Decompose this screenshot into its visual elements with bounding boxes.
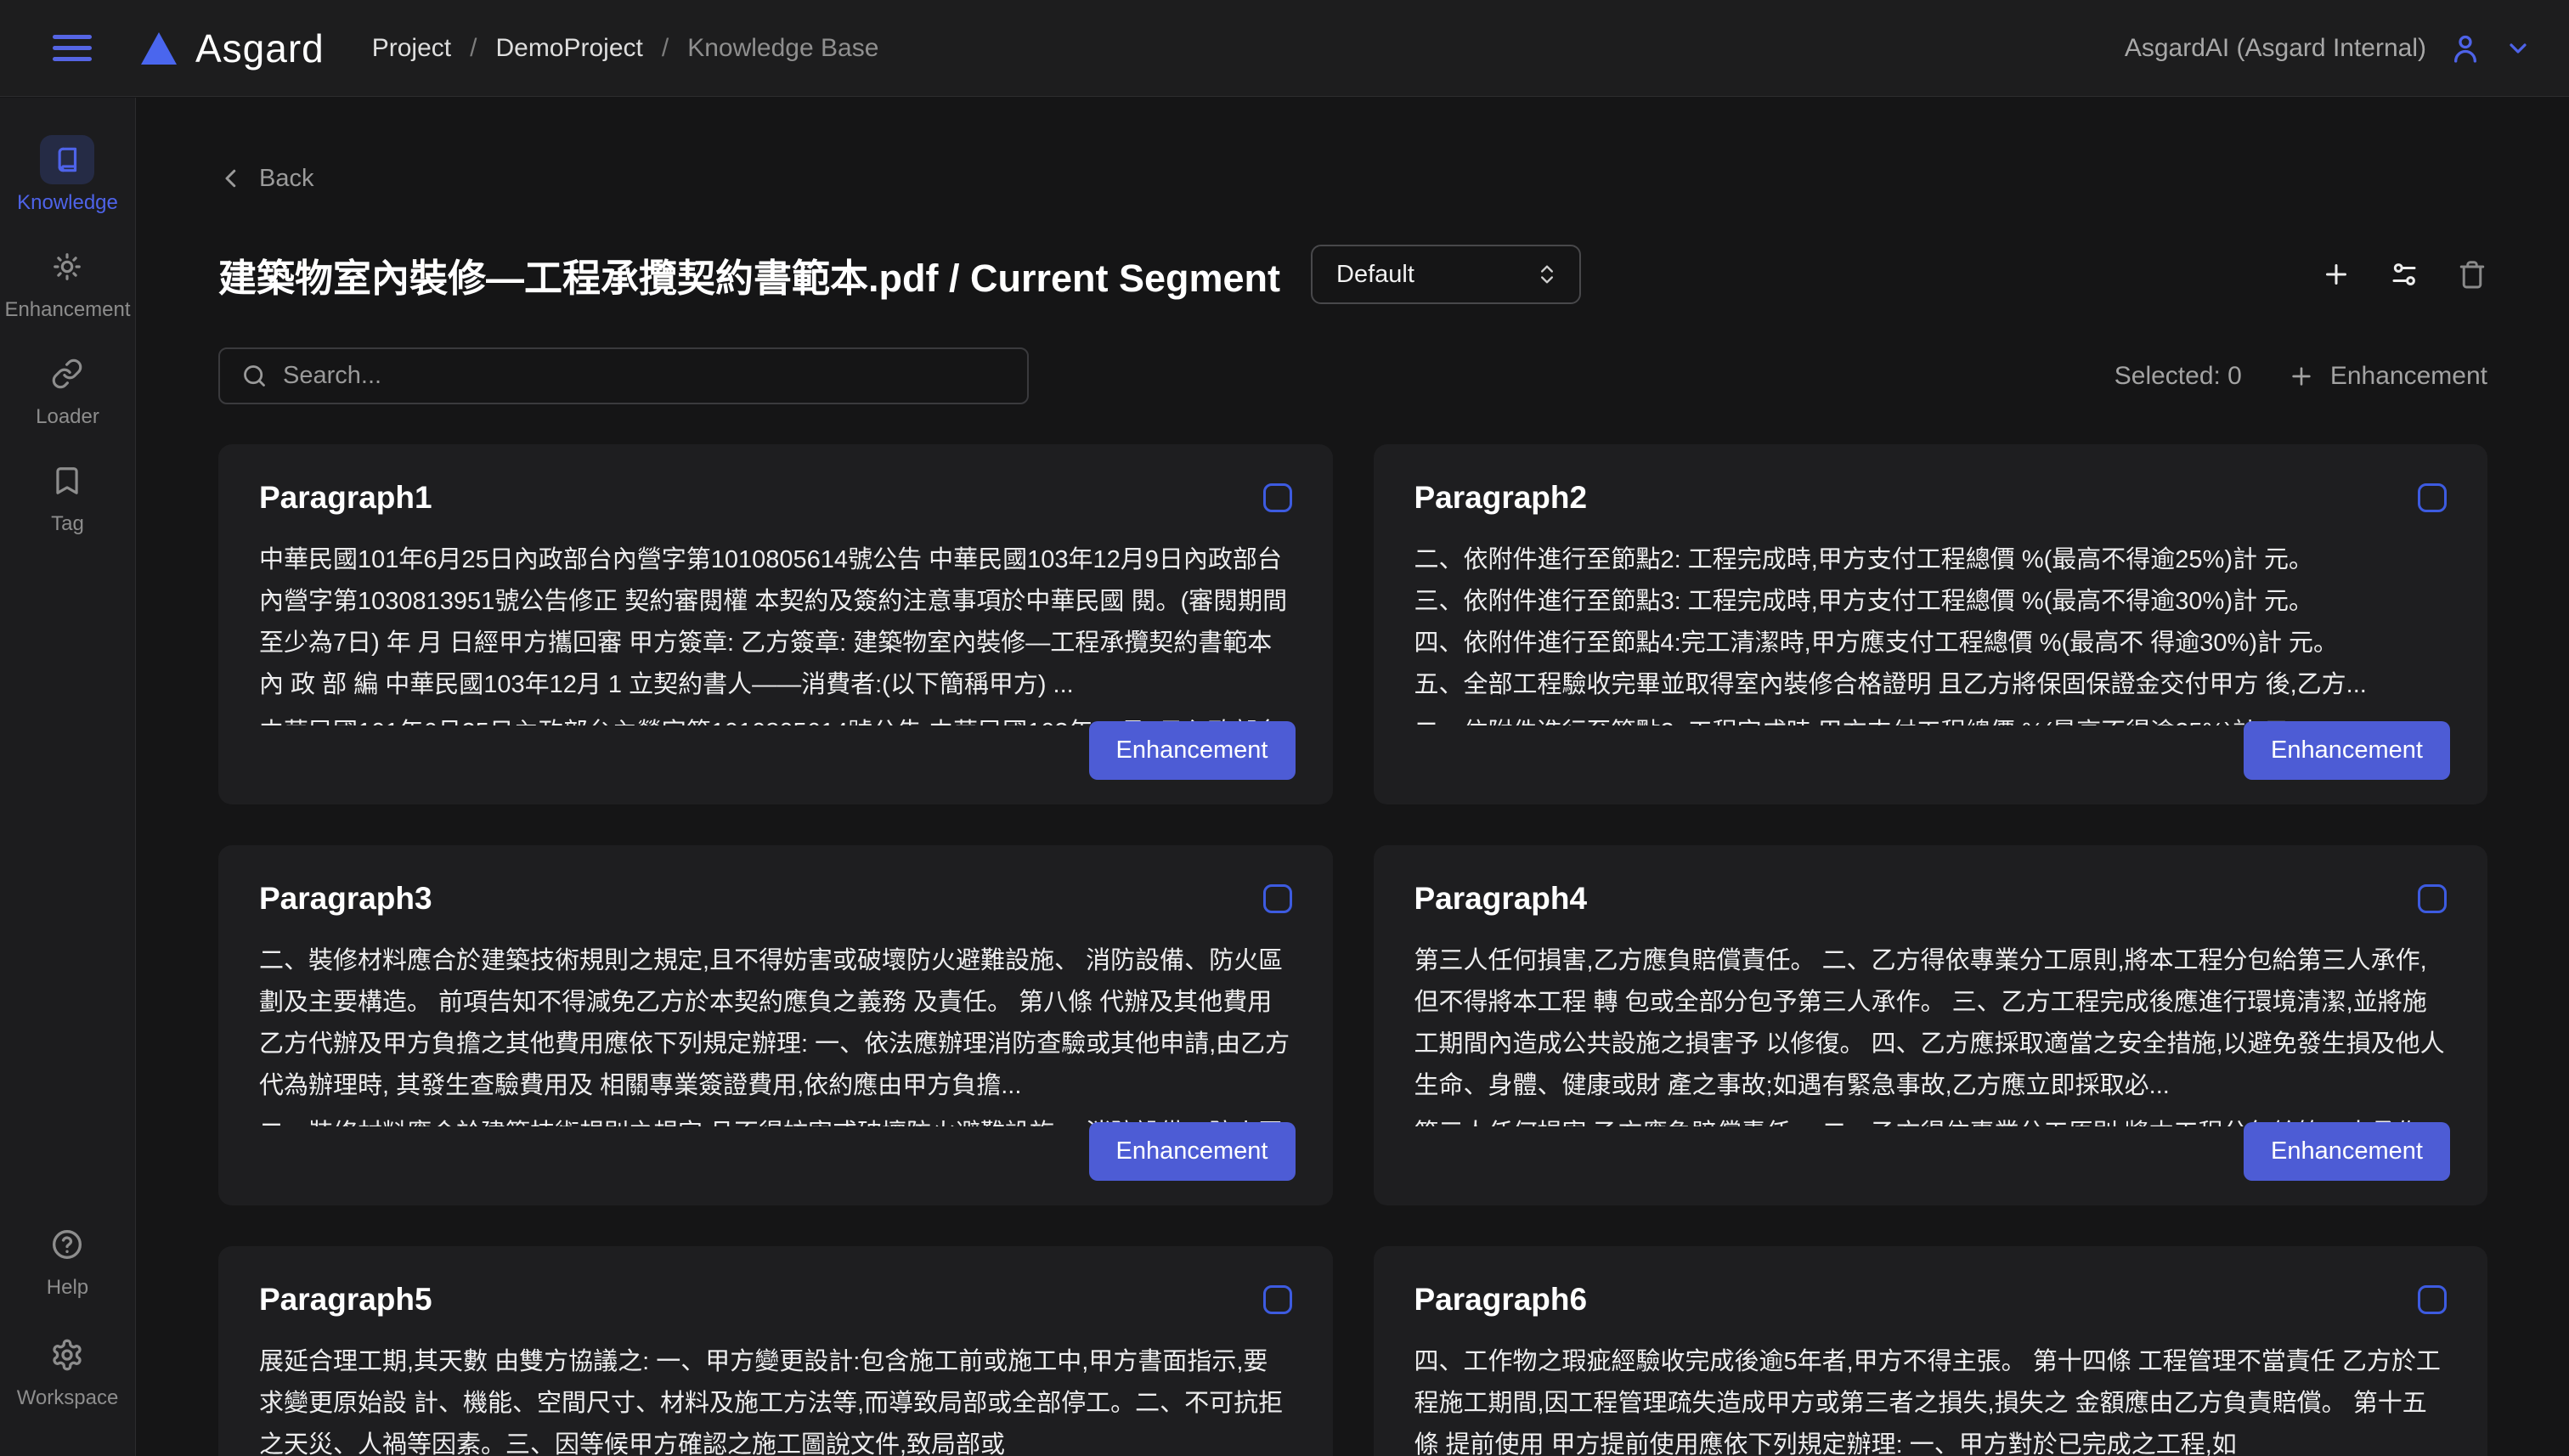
back-label: Back <box>259 165 313 193</box>
card-title: Paragraph6 <box>1414 1282 1588 1318</box>
title-actions <box>2321 259 2487 290</box>
logo-triangle-icon <box>141 32 177 65</box>
sidebar-item-knowledge[interactable]: Knowledge <box>17 135 118 215</box>
sidebar-item-loader[interactable]: Loader <box>36 349 99 429</box>
sidebar-item-help[interactable]: Help <box>40 1220 94 1300</box>
sidebar-item-workspace[interactable]: Workspace <box>17 1330 119 1410</box>
card-checkbox[interactable] <box>2418 483 2447 512</box>
paragraph-card-6: Paragraph6 四、工作物之瑕疵經驗收完成後逾5年者,甲方不得主張。 第十… <box>1374 1246 2488 1456</box>
card-title: Paragraph5 <box>259 1282 432 1318</box>
card-text: 二、裝修材料應合於建築技術規則之規定,且不得妨害或破壞防火避難設施、 消防設備、… <box>259 940 1292 1107</box>
app-logo: Asgard <box>141 25 325 71</box>
card-checkbox[interactable] <box>1263 483 1292 512</box>
page-title: 建築物室內裝修—工程承攬契約書範本.pdf / Current Segment <box>218 247 1280 302</box>
sidebar-item-label: Knowledge <box>17 191 118 215</box>
main-content: Back 建築物室內裝修—工程承攬契約書範本.pdf / Current Seg… <box>136 97 2569 1456</box>
breadcrumb: Project / DemoProject / Knowledge Base <box>372 34 879 63</box>
delete-button[interactable] <box>2457 259 2487 290</box>
enhancement-button[interactable]: Enhancement <box>1089 721 1296 780</box>
breadcrumb-current-page: Knowledge Base <box>687 34 878 63</box>
user-icon <box>2448 31 2482 65</box>
enhancement-button[interactable]: Enhancement <box>1089 1122 1296 1181</box>
card-title: Paragraph4 <box>1414 881 1588 917</box>
gear-icon <box>50 1338 84 1372</box>
account-menu[interactable]: AsgardAI (Asgard Internal) <box>2125 31 2532 65</box>
enhancement-button[interactable]: Enhancement <box>2244 1122 2450 1181</box>
card-title: Paragraph1 <box>259 480 432 516</box>
toolbar-row: Selected: 0 Enhancement <box>218 347 2487 404</box>
card-text: 二、依附件進行至節點2: 工程完成時,甲方支付工程總價 %(最高不得逾25%)計… <box>1414 539 2448 706</box>
filter-settings-button[interactable] <box>2389 259 2419 290</box>
back-button[interactable]: Back <box>218 160 313 197</box>
toolbar-right: Selected: 0 Enhancement <box>2114 362 2487 391</box>
account-label: AsgardAI (Asgard Internal) <box>2125 34 2426 63</box>
plus-icon <box>2288 363 2315 390</box>
sidebar-item-label: Help <box>47 1276 88 1300</box>
sidebar-nav: Knowledge Enhancement Loader <box>4 135 130 536</box>
enhancement-button[interactable]: Enhancement <box>2244 721 2450 780</box>
search-icon <box>240 362 268 390</box>
breadcrumb-separator: / <box>470 34 477 63</box>
add-enhancement-label: Enhancement <box>2330 362 2487 391</box>
card-text: 四、工作物之瑕疵經驗收完成後逾5年者,甲方不得主張。 第十四條 工程管理不當責任… <box>1414 1341 2448 1456</box>
card-checkbox[interactable] <box>1263 884 1292 913</box>
search-box <box>218 347 1029 404</box>
card-checkbox[interactable] <box>1263 1285 1292 1314</box>
paragraph-card-5: Paragraph5 展延合理工期,其天數 由雙方協議之: 一、甲方變更設計:包… <box>218 1246 1333 1456</box>
card-text: 第三人任何損害,乙方應負賠償責任。 二、乙方得依專業分工原則,將本工程分包給第三… <box>1414 940 2448 1107</box>
app-header: Asgard Project / DemoProject / Knowledge… <box>0 0 2569 97</box>
selected-count-label: Selected: 0 <box>2114 362 2242 391</box>
add-enhancement-button[interactable]: Enhancement <box>2288 362 2487 391</box>
hamburger-menu-icon[interactable] <box>53 35 92 61</box>
paragraph-card-1: Paragraph1 中華民國101年6月25日內政部台內營字第10108056… <box>218 444 1333 804</box>
paragraph-card-4: Paragraph4 第三人任何損害,乙方應負賠償責任。 二、乙方得依專業分工原… <box>1374 845 2488 1205</box>
chevron-left-icon <box>218 166 244 191</box>
card-checkbox[interactable] <box>2418 1285 2447 1314</box>
paragraph-card-3: Paragraph3 二、裝修材料應合於建築技術規則之規定,且不得妨害或破壞防火… <box>218 845 1333 1205</box>
chevron-down-icon <box>2504 35 2532 62</box>
sun-icon <box>51 251 83 283</box>
segment-select-value: Default <box>1336 261 1414 289</box>
link-icon <box>51 358 83 390</box>
title-row: 建築物室內裝修—工程承攬契約書範本.pdf / Current Segment … <box>218 245 2487 304</box>
sidebar-item-enhancement[interactable]: Enhancement <box>4 242 130 322</box>
breadcrumb-project[interactable]: Project <box>372 34 451 63</box>
bookmark-icon <box>51 465 83 497</box>
book-icon <box>51 144 83 176</box>
sidebar: Knowledge Enhancement Loader <box>0 98 136 1456</box>
add-button[interactable] <box>2321 259 2352 290</box>
card-title: Paragraph2 <box>1414 480 1588 516</box>
sidebar-item-label: Tag <box>51 512 84 536</box>
card-title: Paragraph3 <box>259 881 432 917</box>
help-circle-icon <box>50 1227 84 1261</box>
logo-text: Asgard <box>195 25 325 71</box>
sidebar-footer: Help Workspace <box>17 1220 119 1410</box>
segment-select[interactable]: Default <box>1311 245 1581 304</box>
card-text: 中華民國101年6月25日內政部台內營字第1010805614號公告 中華民國1… <box>259 539 1292 706</box>
sidebar-item-label: Enhancement <box>4 298 130 322</box>
search-input[interactable] <box>218 347 1029 404</box>
plus-icon <box>2321 259 2352 290</box>
breadcrumb-separator: / <box>662 34 669 63</box>
paragraph-card-2: Paragraph2 二、依附件進行至節點2: 工程完成時,甲方支付工程總價 %… <box>1374 444 2488 804</box>
sidebar-item-tag[interactable]: Tag <box>40 456 94 536</box>
sliders-icon <box>2389 259 2419 290</box>
chevrons-up-down-icon <box>1535 262 1559 286</box>
breadcrumb-demo-project[interactable]: DemoProject <box>495 34 642 63</box>
card-checkbox[interactable] <box>2418 884 2447 913</box>
trash-icon <box>2457 259 2487 290</box>
sidebar-item-label: Loader <box>36 405 99 429</box>
paragraph-cards-grid: Paragraph1 中華民國101年6月25日內政部台內營字第10108056… <box>218 444 2487 1456</box>
sidebar-item-label: Workspace <box>17 1386 119 1410</box>
card-text: 展延合理工期,其天數 由雙方協議之: 一、甲方變更設計:包含施工前或施工中,甲方… <box>259 1341 1292 1456</box>
